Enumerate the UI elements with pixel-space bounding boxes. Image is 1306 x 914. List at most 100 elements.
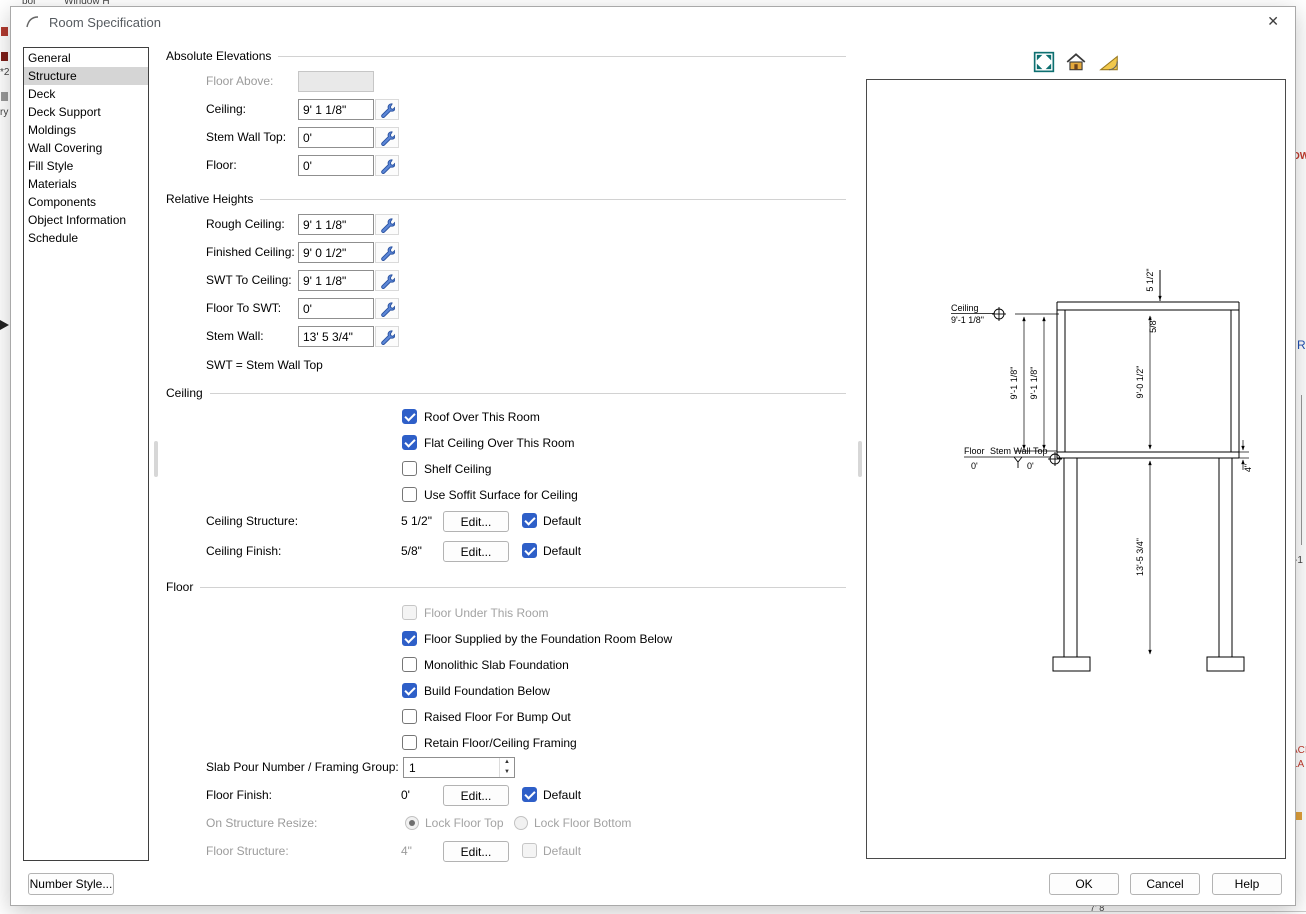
floor-structure-edit-button[interactable]: Edit... bbox=[443, 841, 509, 862]
section-absolute-elevations: Absolute Elevations bbox=[166, 49, 846, 63]
panel-item-structure[interactable]: Structure bbox=[24, 67, 148, 85]
swt-to-ceiling-wrench-button[interactable] bbox=[375, 270, 399, 291]
section-rule bbox=[278, 56, 846, 57]
panel-item-deck[interactable]: Deck bbox=[24, 85, 148, 103]
floor-elevation-input[interactable] bbox=[298, 155, 374, 176]
build-foundation-checkbox[interactable] bbox=[402, 683, 417, 698]
lock-floor-top-label: Lock Floor Top bbox=[425, 816, 504, 830]
wrench-icon bbox=[379, 158, 395, 174]
stem-wall-label: Stem Wall: bbox=[206, 329, 264, 343]
floor-structure-label: Floor Structure: bbox=[206, 844, 289, 858]
stem-wall-wrench-button[interactable] bbox=[375, 326, 399, 347]
slab-pour-row: Slab Pour Number / Framing Group: 1 ▲ ▼ bbox=[166, 757, 866, 778]
stem-wall-input[interactable] bbox=[298, 326, 374, 347]
floor-structure-value: 4" bbox=[401, 844, 412, 858]
monolithic-slab-row: Monolithic Slab Foundation bbox=[166, 655, 866, 676]
panel-item-deck-support[interactable]: Deck Support bbox=[24, 103, 148, 121]
ceiling-finish-edit-button[interactable]: Edit... bbox=[443, 541, 509, 562]
section-relative-heights: Relative Heights bbox=[166, 192, 846, 206]
floor-finish-edit-button[interactable]: Edit... bbox=[443, 785, 509, 806]
background-icon bbox=[860, 911, 1306, 912]
background-icon bbox=[1, 27, 8, 36]
floor-to-swt-label: Floor To SWT: bbox=[206, 301, 281, 315]
section-title: Floor bbox=[166, 580, 193, 594]
floor-finish-default-checkbox[interactable] bbox=[522, 787, 537, 802]
flat-ceiling-checkbox[interactable] bbox=[402, 435, 417, 450]
flat-ceiling-row: Flat Ceiling Over This Room bbox=[166, 433, 866, 454]
monolithic-slab-checkbox[interactable] bbox=[402, 657, 417, 672]
preview-panel[interactable]: Ceiling 9'-1 1/8" Floor Stem Wall Top 0'… bbox=[866, 79, 1286, 859]
rough-ceiling-row: Rough Ceiling: bbox=[166, 214, 866, 235]
floor-to-swt-wrench-button[interactable] bbox=[375, 298, 399, 319]
ok-button[interactable]: OK bbox=[1049, 873, 1119, 895]
panel-item-fill-style[interactable]: Fill Style bbox=[24, 157, 148, 175]
house-icon bbox=[1065, 51, 1087, 73]
stem-wall-top-input[interactable] bbox=[298, 127, 374, 148]
ceiling-structure-default-checkbox[interactable] bbox=[522, 513, 537, 528]
section-rule bbox=[260, 199, 846, 200]
stem-wall-row: Stem Wall: bbox=[166, 326, 866, 347]
floor-elevation-row: Floor: bbox=[166, 155, 866, 176]
floor-above-input bbox=[298, 71, 374, 92]
stem-wall-top-label: Stem Wall Top: bbox=[206, 130, 286, 144]
soffit-surface-checkbox[interactable] bbox=[402, 487, 417, 502]
ceiling-label: Ceiling: bbox=[206, 102, 246, 116]
swt-callout-label: Stem Wall Top bbox=[990, 446, 1048, 456]
finished-ceiling-input[interactable] bbox=[298, 242, 374, 263]
roof-over-checkbox[interactable] bbox=[402, 409, 417, 424]
dialog-titlebar[interactable]: Room Specification ✕ bbox=[11, 7, 1295, 37]
spin-down-icon[interactable]: ▼ bbox=[500, 768, 514, 778]
finished-ceiling-wrench-button[interactable] bbox=[375, 242, 399, 263]
slab-pour-spinner: ▲ ▼ bbox=[499, 758, 514, 777]
floor-supplied-label: Floor Supplied by the Foundation Room Be… bbox=[424, 632, 672, 646]
panel-item-general[interactable]: General bbox=[24, 49, 148, 67]
raised-floor-checkbox[interactable] bbox=[402, 709, 417, 724]
swt-to-ceiling-input[interactable] bbox=[298, 270, 374, 291]
rough-ceiling-input[interactable] bbox=[298, 214, 374, 235]
panel-item-moldings[interactable]: Moldings bbox=[24, 121, 148, 139]
panel-item-components[interactable]: Components bbox=[24, 193, 148, 211]
dimension-lines bbox=[951, 292, 1249, 654]
ceiling-wrench-button[interactable] bbox=[375, 99, 399, 120]
ceiling-row: Ceiling: bbox=[166, 99, 866, 120]
angle-tool-button[interactable] bbox=[1098, 51, 1120, 73]
floor-finish-label: Floor Finish: bbox=[206, 788, 272, 802]
ceiling-input[interactable] bbox=[298, 99, 374, 120]
floor-wrench-button[interactable] bbox=[375, 155, 399, 176]
shelf-ceiling-checkbox[interactable] bbox=[402, 461, 417, 476]
build-foundation-row: Build Foundation Below bbox=[166, 681, 866, 702]
close-icon[interactable]: ✕ bbox=[1267, 13, 1279, 30]
house-view-button[interactable] bbox=[1065, 51, 1087, 73]
floor-finish-value: 0' bbox=[401, 788, 410, 802]
floor-supplied-checkbox[interactable] bbox=[402, 631, 417, 646]
retain-framing-checkbox[interactable] bbox=[402, 735, 417, 750]
floor-finish-default-label: Default bbox=[543, 788, 581, 802]
floor-to-swt-input[interactable] bbox=[298, 298, 374, 319]
shelf-ceiling-label: Shelf Ceiling bbox=[424, 462, 491, 476]
swt-to-ceiling-label: SWT To Ceiling: bbox=[206, 273, 292, 287]
panel-item-materials[interactable]: Materials bbox=[24, 175, 148, 193]
rough-ceiling-wrench-button[interactable] bbox=[375, 214, 399, 235]
retain-framing-row: Retain Floor/Ceiling Framing bbox=[166, 733, 866, 754]
slab-pour-input[interactable]: 1 ▲ ▼ bbox=[403, 757, 515, 778]
help-button[interactable]: Help bbox=[1212, 873, 1282, 895]
panel-item-wall-covering[interactable]: Wall Covering bbox=[24, 139, 148, 157]
panel-item-schedule[interactable]: Schedule bbox=[24, 229, 148, 247]
fill-window-button[interactable] bbox=[1033, 51, 1055, 73]
cancel-button[interactable]: Cancel bbox=[1130, 873, 1200, 895]
section-rule bbox=[200, 587, 846, 588]
ceiling-structure-edit-button[interactable]: Edit... bbox=[443, 511, 509, 532]
ceiling-finish-default-label: Default bbox=[543, 544, 581, 558]
fill-window-icon bbox=[1033, 51, 1055, 73]
ceiling-structure-row: Ceiling Structure: 5 1/2" Edit... Defaul… bbox=[166, 511, 866, 532]
spin-up-icon[interactable]: ▲ bbox=[500, 758, 514, 768]
panel-item-object-information[interactable]: Object Information bbox=[24, 211, 148, 229]
dim-rough-ceiling: 9'-1 1/8" bbox=[1009, 367, 1019, 400]
number-style-button[interactable]: Number Style... bbox=[28, 873, 114, 895]
left-splitter-handle[interactable] bbox=[154, 441, 158, 477]
angle-tool-icon bbox=[1098, 51, 1120, 73]
stem-wall-top-wrench-button[interactable] bbox=[375, 127, 399, 148]
stem-wall-top-row: Stem Wall Top: bbox=[166, 127, 866, 148]
build-foundation-label: Build Foundation Below bbox=[424, 684, 550, 698]
ceiling-finish-default-checkbox[interactable] bbox=[522, 543, 537, 558]
